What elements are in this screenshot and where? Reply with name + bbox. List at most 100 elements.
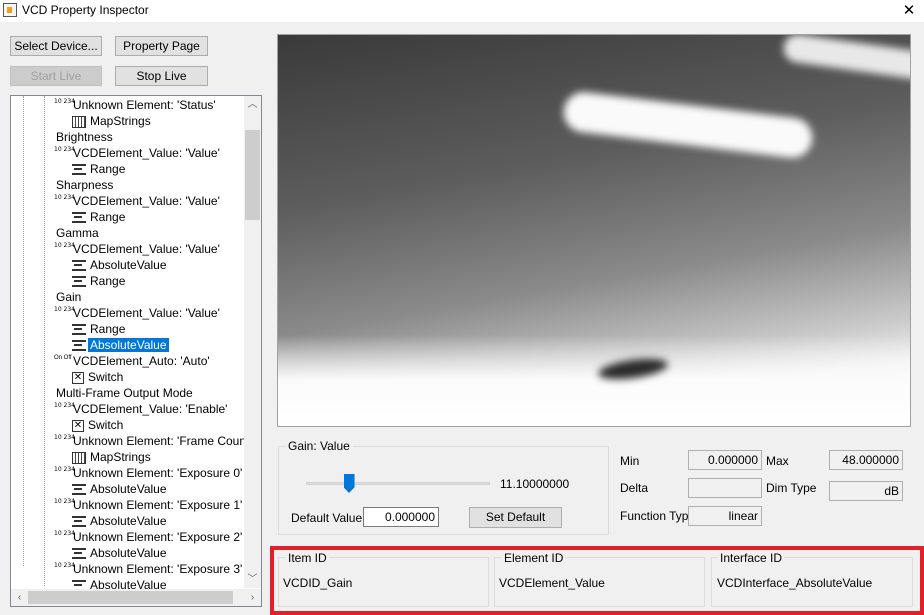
switch-icon: ✕ [72,419,84,432]
property-page-button[interactable]: Property Page [115,36,208,56]
preview-highlight-shape [781,35,910,86]
gain-slider-value: 11.10000000 [500,477,570,491]
tree-node-label: Range [90,162,126,176]
numeric-value-icon: 10 234 [54,401,75,409]
tree-node[interactable]: Gain [54,289,83,305]
tree-node[interactable]: 10 234Unknown Element: 'Exposure 0' [54,465,244,481]
scroll-left-icon[interactable]: ‹ [11,589,28,606]
tree-node[interactable]: AbsoluteValue [72,481,169,497]
range-icon [72,276,86,288]
tree-node[interactable]: Gamma [54,225,101,241]
title-bar: VCD Property Inspector ✕ [0,0,924,22]
tree-node[interactable]: Brightness [54,129,115,145]
tree-node[interactable]: 10 234VCDElement_Value: 'Value' [54,305,222,321]
scroll-right-icon[interactable]: › [244,589,261,606]
numeric-value-icon: 10 234 [54,305,75,313]
default-value-label: Default Value [291,511,363,525]
tree-node[interactable]: ✕ Switch [72,417,125,433]
tree-node[interactable]: 10 234Unknown Element: 'Exposure 3' [54,561,244,577]
tree-node[interactable]: On OffVCDElement_Auto: 'Auto' [54,353,212,369]
tree-node[interactable]: MapStrings [72,449,153,465]
tree-node-label: Range [90,274,126,288]
tree-node[interactable]: 10 234Unknown Element: 'Exposure 2' [54,529,244,545]
tree-node-label: AbsoluteValue [90,514,167,528]
tree-node-label: Unknown Element: 'Frame Count' [73,434,252,448]
numeric-value-icon: 10 234 [54,497,75,505]
preview-highlight-shape [561,89,815,161]
tree-node-label: Switch [88,370,124,384]
range-icon [72,484,86,496]
numeric-value-icon: 10 234 [54,193,75,201]
dim-type-field: dB [829,481,903,501]
tree-node[interactable]: 10 234VCDElement_Value: 'Value' [54,193,222,209]
tree-node[interactable]: ✕ Switch [72,369,125,385]
default-value-field[interactable]: 0.000000 [363,507,439,527]
window-title: VCD Property Inspector [22,3,149,17]
tree-node-label: Unknown Element: 'Exposure 2' [73,530,243,544]
scroll-down-icon[interactable]: ﹀ [244,571,261,588]
tree-node-label: Unknown Element: 'Exposure 3' [73,562,243,576]
tree-node[interactable]: Sharpness [54,177,115,193]
tree-node[interactable]: Range [72,209,127,225]
tree-node[interactable]: Multi-Frame Output Mode [54,385,195,401]
max-field: 48.000000 [829,450,903,470]
tree-node-label: Unknown Element: 'Exposure 0' [73,466,243,480]
tree-node[interactable]: AbsoluteValue [72,545,169,561]
tree-node-label: Unknown Element: 'Exposure 1' [73,498,243,512]
range-icon [72,324,86,336]
scroll-up-icon[interactable]: ︿ [244,96,261,113]
tree-node[interactable]: 10 234VCDElement_Value: 'Value' [54,241,222,257]
tree-vertical-scrollbar[interactable]: ︿ ﹀ [244,96,261,588]
tree-horizontal-scrollbar[interactable]: ‹ › [11,589,261,606]
tree-node[interactable]: 10 234Unknown Element: 'Status' [54,97,218,113]
tree-node[interactable]: 10 234Unknown Element: 'Exposure 1' [54,497,244,513]
tree-node-label: AbsoluteValue [90,482,167,496]
range-icon [72,548,86,560]
horizontal-scroll-thumb[interactable] [28,591,233,604]
tree-guide-line [44,96,45,586]
range-icon [72,516,86,528]
range-icon [72,260,86,272]
numeric-value-icon: 10 234 [54,561,75,569]
property-tree[interactable]: 10 234Unknown Element: 'Status' MapString… [10,95,262,607]
vertical-scroll-thumb[interactable] [245,130,260,220]
function-type-label: Function Type [620,509,696,523]
map-strings-icon [72,451,86,464]
annotation-highlight-box [270,546,924,615]
tree-node-label: Gain [56,290,82,304]
numeric-value-icon: 10 234 [54,97,75,105]
max-label: Max [766,454,789,468]
tree-node[interactable]: MapStrings [72,113,153,129]
numeric-value-icon: 10 234 [54,465,75,473]
tree-node[interactable]: Range [72,273,127,289]
tree-node-label: VCDElement_Value: 'Value' [73,146,220,160]
tree-node[interactable]: AbsoluteValue [72,257,169,273]
set-default-button[interactable]: Set Default [469,507,562,528]
tree-node-label: Sharpness [56,178,114,192]
tree-node-label: MapStrings [90,450,151,464]
start-live-button[interactable]: Start Live [10,66,102,86]
stop-live-button[interactable]: Stop Live [115,66,208,86]
tree-node[interactable]: 10 234VCDElement_Value: 'Enable' [54,401,229,417]
tree-node[interactable]: Range [72,161,127,177]
gain-slider-track[interactable] [306,482,490,485]
tree-node[interactable]: AbsoluteValue [72,337,169,353]
tree-node-label: Brightness [56,130,113,144]
select-device-button[interactable]: Select Device... [10,36,102,56]
on-off-icon: On Off [54,354,72,361]
tree-node-label: VCDElement_Value: 'Value' [73,242,220,256]
tree-node-label: MapStrings [90,114,151,128]
tree-node[interactable]: 10 234VCDElement_Value: 'Value' [54,145,222,161]
tree-node-label: VCDElement_Value: 'Enable' [73,402,228,416]
tree-node[interactable]: AbsoluteValue [72,513,169,529]
tree-node-label: Range [90,322,126,336]
tree-node[interactable]: 10 234Unknown Element: 'Frame Count' [54,433,254,449]
numeric-value-icon: 10 234 [54,529,75,537]
tree-node-label: Range [90,210,126,224]
tree-node-label: VCDElement_Value: 'Value' [73,194,220,208]
switch-icon: ✕ [72,371,84,384]
close-button[interactable]: ✕ [894,0,924,22]
tree-node-label: Switch [88,418,124,432]
tree-node[interactable]: Range [72,321,127,337]
tree-node-label: AbsoluteValue [88,338,169,352]
